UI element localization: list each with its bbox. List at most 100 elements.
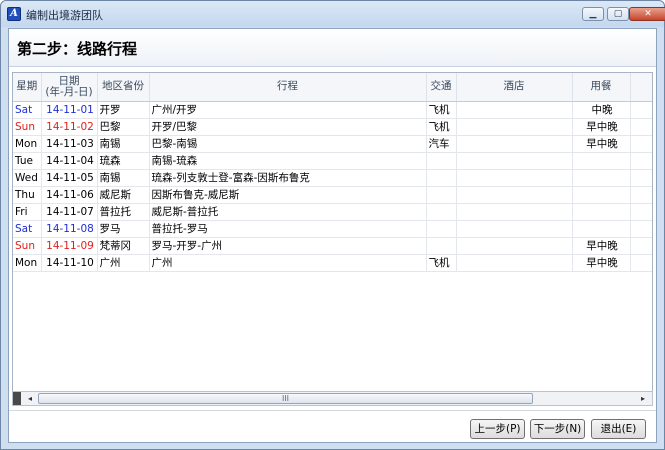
cell-hotel[interactable] — [456, 220, 573, 238]
cell-transport[interactable] — [426, 237, 457, 255]
cell-extra[interactable] — [630, 220, 652, 238]
column-header-region[interactable]: 地区省份 — [97, 73, 150, 102]
cell-region[interactable]: 开罗 — [97, 101, 150, 119]
cell-meals[interactable] — [572, 203, 631, 221]
cell-meals[interactable] — [572, 152, 631, 170]
cell-transport[interactable]: 飞机 — [426, 101, 457, 119]
cell-transport[interactable]: 飞机 — [426, 118, 457, 136]
cell-route[interactable]: 广州/开罗 — [149, 101, 427, 119]
cell-region[interactable]: 广州 — [97, 254, 150, 272]
column-header-extra[interactable] — [630, 73, 652, 102]
cell-hotel[interactable] — [456, 203, 573, 221]
cell-meals[interactable]: 中晚 — [572, 101, 631, 119]
cell-route[interactable]: 普拉托-罗马 — [149, 220, 427, 238]
column-header-route[interactable]: 行程 — [149, 73, 427, 102]
cell-date[interactable]: 14-11-07 — [41, 203, 98, 221]
next-step-button[interactable]: 下一步(N) — [530, 419, 585, 439]
cell-hotel[interactable] — [456, 152, 573, 170]
cell-route[interactable]: 南锡-琉森 — [149, 152, 427, 170]
cell-date[interactable]: 14-11-10 — [41, 254, 98, 272]
cell-transport[interactable] — [426, 152, 457, 170]
table-row[interactable]: Mon 14-11-03 南锡 巴黎-南锡 汽车 早中晚 — [13, 135, 652, 153]
cell-region[interactable]: 罗马 — [97, 220, 150, 238]
cell-date[interactable]: 14-11-09 — [41, 237, 98, 255]
frozen-column-handle[interactable] — [13, 392, 21, 405]
column-header-transport[interactable]: 交通 — [426, 73, 457, 102]
cell-weekday[interactable]: Sun — [13, 118, 42, 136]
cell-extra[interactable] — [630, 169, 652, 187]
cell-weekday[interactable]: Sat — [13, 101, 42, 119]
table-row[interactable]: Wed 14-11-05 南锡 琉森-列支敦士登-富森-因斯布鲁克 — [13, 169, 652, 187]
cell-region[interactable]: 南锡 — [97, 169, 150, 187]
cell-route[interactable]: 琉森-列支敦士登-富森-因斯布鲁克 — [149, 169, 427, 187]
cell-weekday[interactable]: Thu — [13, 186, 42, 204]
cell-date[interactable]: 14-11-05 — [41, 169, 98, 187]
cell-transport[interactable] — [426, 203, 457, 221]
prev-step-button[interactable]: 上一步(P) — [470, 419, 525, 439]
cell-region[interactable]: 威尼斯 — [97, 186, 150, 204]
table-row[interactable]: Sat 14-11-01 开罗 广州/开罗 飞机 中晚 — [13, 101, 652, 119]
cell-region[interactable]: 琉森 — [97, 152, 150, 170]
cell-region[interactable]: 梵蒂冈 — [97, 237, 150, 255]
cell-route[interactable]: 广州 — [149, 254, 427, 272]
cell-region[interactable]: 普拉托 — [97, 203, 150, 221]
cell-meals[interactable]: 早中晚 — [572, 135, 631, 153]
column-header-meals[interactable]: 用餐 — [572, 73, 631, 102]
close-button[interactable]: ✕ — [629, 7, 665, 21]
cell-meals[interactable] — [572, 169, 631, 187]
cell-transport[interactable] — [426, 169, 457, 187]
cell-extra[interactable] — [630, 135, 652, 153]
cell-extra[interactable] — [630, 118, 652, 136]
cell-hotel[interactable] — [456, 254, 573, 272]
cell-weekday[interactable]: Mon — [13, 135, 42, 153]
cell-transport[interactable]: 汽车 — [426, 135, 457, 153]
column-header-hotel[interactable]: 酒店 — [456, 73, 573, 102]
cell-hotel[interactable] — [456, 237, 573, 255]
cell-meals[interactable]: 早中晚 — [572, 254, 631, 272]
cell-date[interactable]: 14-11-08 — [41, 220, 98, 238]
cell-region[interactable]: 巴黎 — [97, 118, 150, 136]
cell-weekday[interactable]: Mon — [13, 254, 42, 272]
cell-meals[interactable]: 早中晚 — [572, 118, 631, 136]
cell-date[interactable]: 14-11-03 — [41, 135, 98, 153]
cell-transport[interactable]: 飞机 — [426, 254, 457, 272]
cell-date[interactable]: 14-11-02 — [41, 118, 98, 136]
cell-meals[interactable] — [572, 186, 631, 204]
column-header-weekday[interactable]: 星期 — [13, 73, 42, 102]
scroll-thumb[interactable]: III — [38, 393, 533, 404]
cell-route[interactable]: 巴黎-南锡 — [149, 135, 427, 153]
table-row[interactable]: Tue 14-11-04 琉森 南锡-琉森 — [13, 152, 652, 170]
table-row[interactable]: Sun 14-11-09 梵蒂冈 罗马-开罗-广州 早中晚 — [13, 237, 652, 255]
cell-region[interactable]: 南锡 — [97, 135, 150, 153]
cell-meals[interactable]: 早中晚 — [572, 237, 631, 255]
cell-weekday[interactable]: Sun — [13, 237, 42, 255]
cell-route[interactable]: 罗马-开罗-广州 — [149, 237, 427, 255]
cell-route[interactable]: 因斯布鲁克-威尼斯 — [149, 186, 427, 204]
minimize-button[interactable]: ▁ — [582, 7, 604, 21]
title-bar[interactable]: A 编制出境游团队 ▁ ▢ ✕ — [1, 1, 665, 27]
cell-meals[interactable] — [572, 220, 631, 238]
table-row[interactable]: Sun 14-11-02 巴黎 开罗/巴黎 飞机 早中晚 — [13, 118, 652, 136]
cell-route[interactable]: 开罗/巴黎 — [149, 118, 427, 136]
maximize-button[interactable]: ▢ — [607, 7, 629, 21]
cell-transport[interactable] — [426, 220, 457, 238]
cell-date[interactable]: 14-11-06 — [41, 186, 98, 204]
cell-weekday[interactable]: Tue — [13, 152, 42, 170]
table-row[interactable]: Mon 14-11-10 广州 广州 飞机 早中晚 — [13, 254, 652, 272]
cell-hotel[interactable] — [456, 101, 573, 119]
cell-extra[interactable] — [630, 203, 652, 221]
horizontal-scrollbar[interactable]: ◂ III ▸ — [12, 391, 653, 406]
cell-extra[interactable] — [630, 152, 652, 170]
cell-extra[interactable] — [630, 186, 652, 204]
scroll-right-arrow-icon[interactable]: ▸ — [636, 392, 650, 405]
cell-extra[interactable] — [630, 254, 652, 272]
cell-weekday[interactable]: Sat — [13, 220, 42, 238]
exit-button[interactable]: 退出(E) — [591, 419, 646, 439]
cell-hotel[interactable] — [456, 169, 573, 187]
cell-date[interactable]: 14-11-01 — [41, 101, 98, 119]
cell-weekday[interactable]: Fri — [13, 203, 42, 221]
cell-route[interactable]: 威尼斯-普拉托 — [149, 203, 427, 221]
cell-hotel[interactable] — [456, 186, 573, 204]
table-row[interactable]: Sat 14-11-08 罗马 普拉托-罗马 — [13, 220, 652, 238]
cell-date[interactable]: 14-11-04 — [41, 152, 98, 170]
